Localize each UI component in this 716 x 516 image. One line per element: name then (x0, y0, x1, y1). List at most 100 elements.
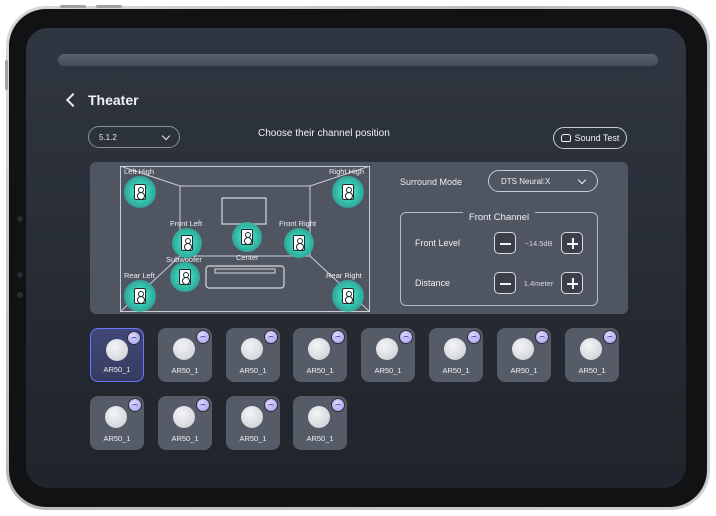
device-card[interactable]: AR50_1 (158, 328, 212, 382)
theater-config-panel: Left High Right High Front Left Front Ri… (90, 162, 628, 314)
link-badge-icon (331, 398, 345, 412)
speaker-device-icon (308, 406, 330, 428)
speaker-subwoofer[interactable] (170, 262, 200, 292)
link-badge-icon (127, 331, 141, 345)
speaker-icon (342, 288, 354, 304)
link-badge-icon (331, 330, 345, 344)
link-badge-icon (128, 398, 142, 412)
distance-decrease-button[interactable] (494, 272, 516, 294)
front-channel-title: Front Channel (462, 212, 536, 223)
device-card[interactable]: AR50_1 (226, 328, 280, 382)
speaker-rear-left[interactable] (124, 280, 156, 312)
speaker-center[interactable] (232, 222, 262, 252)
sensor-dot (17, 292, 23, 298)
device-name: AR50_1 (578, 366, 606, 375)
device-card[interactable]: AR50_1 (361, 328, 415, 382)
link-badge-icon (196, 398, 210, 412)
speaker-label-rear-right: Rear Right (326, 271, 362, 280)
distance-value: 1.4meter (523, 278, 554, 288)
device-name: AR50_1 (374, 366, 402, 375)
speaker-front-right[interactable] (284, 228, 314, 258)
link-badge-icon (603, 330, 617, 344)
front-level-label: Front Level (415, 238, 461, 248)
room-diagram: Left High Right High Front Left Front Ri… (120, 166, 370, 312)
device-card[interactable]: AR50_1 (90, 396, 144, 450)
instruction-label: Choose their channel position (258, 128, 390, 139)
device-name: AR50_1 (239, 366, 267, 375)
front-level-increase-button[interactable] (561, 232, 584, 254)
device-name: AR50_1 (103, 365, 131, 374)
front-level-row: Front Level −14.5dB (415, 231, 584, 255)
channel-preset-value: 5.1.2 (99, 132, 117, 142)
speaker-icon (181, 235, 193, 251)
front-channel-group: Front Channel Front Level −14.5dB Distan… (400, 212, 598, 306)
device-card[interactable]: AR50_1 (226, 396, 280, 450)
device-name: AR50_1 (171, 434, 199, 443)
speaker-rear-right[interactable] (332, 280, 364, 312)
surround-mode-label: Surround Mode (400, 177, 463, 187)
page-header: Theater (65, 92, 139, 108)
link-badge-icon (535, 330, 549, 344)
device-name: AR50_1 (239, 434, 267, 443)
front-level-decrease-button[interactable] (494, 232, 516, 254)
distance-increase-button[interactable] (561, 272, 584, 294)
surround-mode-select[interactable]: DTS Neural:X (488, 170, 598, 192)
hardware-button-side (5, 60, 8, 90)
speaker-label-front-right: Front Right (279, 219, 317, 228)
device-card[interactable]: AR50_1 (158, 396, 212, 450)
speaker-icon (134, 184, 146, 200)
speaker-front-left[interactable] (172, 228, 202, 258)
device-card[interactable]: AR50_1 (565, 328, 619, 382)
channel-preset-select[interactable]: 5.1.2 (88, 126, 180, 148)
surround-mode-value: DTS Neural:X (501, 176, 551, 186)
device-name: AR50_1 (171, 366, 199, 375)
chevron-down-icon (577, 175, 587, 185)
hardware-button-top (96, 5, 122, 8)
link-badge-icon (264, 330, 278, 344)
subwoofer-icon (179, 269, 191, 285)
back-chevron-icon[interactable] (65, 92, 81, 108)
device-card[interactable]: AR50_1 (90, 328, 144, 382)
app-screen: Theater 5.1.2 Choose their channel posit… (26, 28, 686, 488)
device-name: AR50_1 (103, 434, 131, 443)
device-card[interactable]: AR50_1 (293, 396, 347, 450)
link-badge-icon (264, 398, 278, 412)
speaker-icon (293, 235, 305, 251)
distance-label: Distance (415, 278, 451, 288)
device-name: AR50_1 (306, 366, 334, 375)
speaker-label-rear-left: Rear Left (124, 271, 155, 280)
speaker-label-right-high: Right High (329, 167, 365, 176)
speaker-device-icon (308, 338, 330, 360)
device-card[interactable]: AR50_1 (293, 328, 347, 382)
speaker-device-icon (173, 338, 195, 360)
speaker-icon (241, 229, 253, 245)
device-name: AR50_1 (510, 366, 538, 375)
speaker-right-high[interactable] (332, 176, 364, 208)
speaker-device-icon (580, 338, 602, 360)
speaker-label-front-left: Front Left (170, 219, 203, 228)
speaker-device-icon (106, 339, 128, 361)
device-card[interactable]: AR50_1 (497, 328, 551, 382)
sound-test-button[interactable]: Sound Test (553, 127, 627, 149)
speaker-device-icon (105, 406, 127, 428)
front-channel-title-wrap: Front Channel (401, 207, 597, 225)
device-card[interactable]: AR50_1 (429, 328, 483, 382)
device-name: AR50_1 (442, 366, 470, 375)
speaker-device-icon (376, 338, 398, 360)
chevron-down-icon (161, 131, 171, 141)
link-badge-icon (399, 330, 413, 344)
link-badge-icon (196, 330, 210, 344)
speaker-device-icon (241, 406, 263, 428)
sound-test-label: Sound Test (574, 133, 620, 143)
page-title: Theater (88, 92, 139, 108)
speaker-icon (342, 184, 354, 200)
front-level-value: −14.5dB (524, 238, 553, 248)
speaker-device-icon (173, 406, 195, 428)
speaker-left-high[interactable] (124, 176, 156, 208)
device-name: AR50_1 (306, 434, 334, 443)
speaker-label-left-high: Left High (124, 167, 155, 176)
link-badge-icon (467, 330, 481, 344)
speaker-label-center: Center (236, 253, 259, 262)
speaker-icon (560, 134, 571, 142)
speaker-device-icon (512, 338, 534, 360)
